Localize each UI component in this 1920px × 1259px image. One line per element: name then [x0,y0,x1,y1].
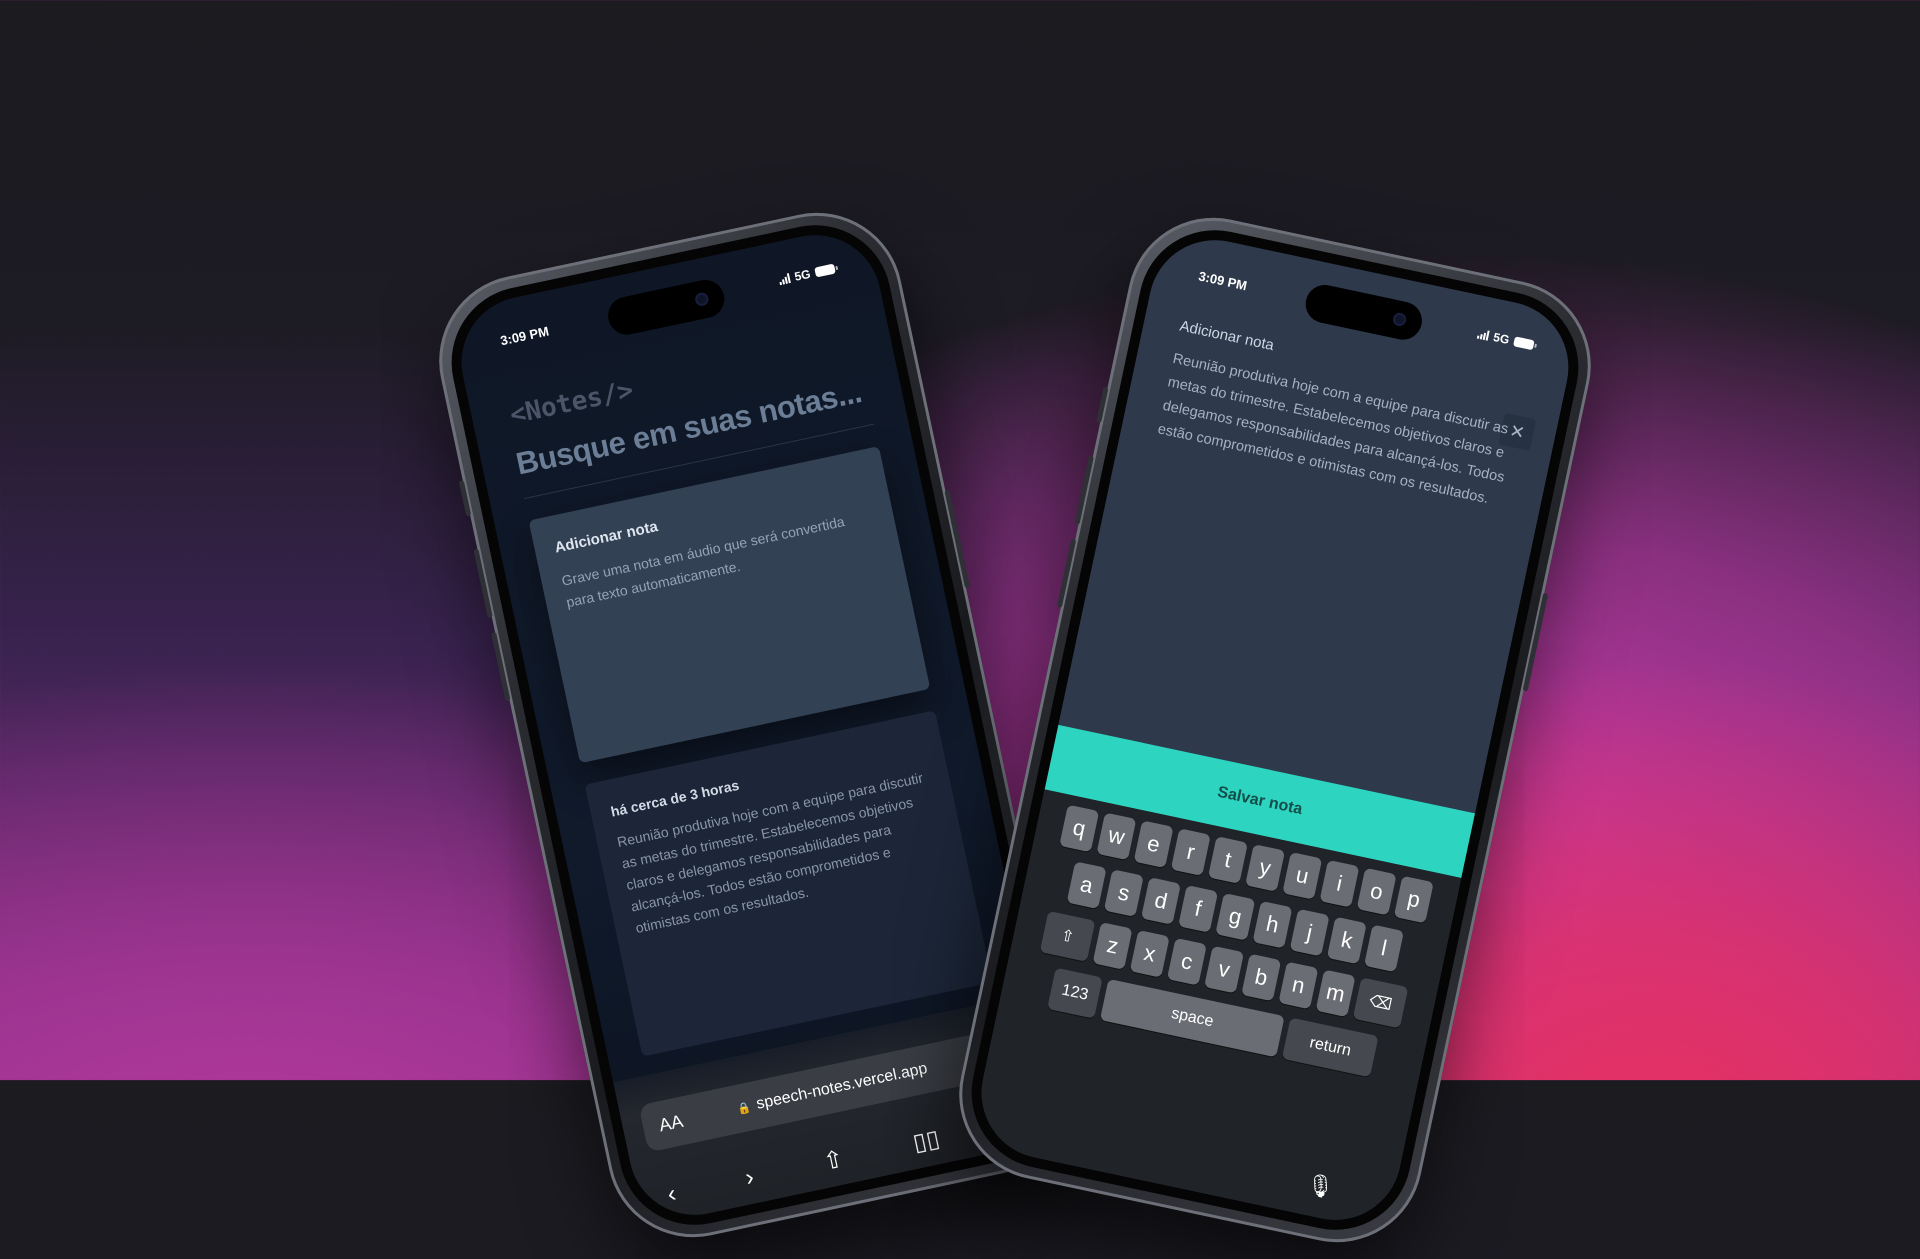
key-c[interactable]: c [1166,937,1207,986]
modal-title: Adicionar nota [1178,317,1276,355]
status-time: 3:09 PM [499,323,551,349]
battery-icon [814,263,836,278]
backspace-key[interactable]: ⌫ [1352,977,1409,1029]
battery-icon [1513,336,1535,351]
action-button [1096,386,1109,424]
key-p[interactable]: p [1393,875,1434,924]
key-j[interactable]: j [1289,908,1330,957]
action-button [458,480,472,517]
back-icon[interactable]: ‹ [665,1180,679,1209]
forward-icon[interactable]: › [743,1163,757,1192]
key-z[interactable]: z [1092,922,1133,970]
key-s[interactable]: s [1103,869,1144,917]
return-key[interactable]: return [1281,1017,1379,1078]
phone-right: 3:09 PM 5G Adicionar nota ✕ Reunião prod… [943,201,1607,1259]
dynamic-island [604,276,728,339]
key-y[interactable]: y [1245,844,1286,892]
shift-key[interactable]: ⇧ [1039,910,1096,962]
status-right: 5G [778,262,837,288]
signal-icon [1476,329,1490,341]
volume-up-button [1074,455,1094,525]
key-i[interactable]: i [1319,859,1360,908]
signal-icon [778,273,791,286]
network-label: 5G [1492,329,1511,348]
status-right: 5G [1476,327,1535,353]
url-text: speech-notes.vercel.app [754,1059,929,1113]
note-card[interactable]: há cerca de 3 horas Reunião produtiva ho… [584,710,993,1057]
key-o[interactable]: o [1356,867,1397,916]
camera-icon [1391,311,1408,328]
status-time: 3:09 PM [1197,268,1249,294]
key-a[interactable]: a [1066,861,1107,910]
key-e[interactable]: e [1133,820,1174,869]
reader-aa-button[interactable]: AA [657,1110,685,1136]
key-h[interactable]: h [1252,900,1293,949]
volume-down-button [491,631,511,702]
phone-screen: 3:09 PM 5G Adicionar nota ✕ Reunião prod… [969,227,1581,1233]
share-icon[interactable]: ⇧ [821,1144,847,1177]
key-m[interactable]: m [1315,969,1356,1018]
key-r[interactable]: r [1170,828,1211,877]
key-w[interactable]: w [1096,812,1137,861]
bookmarks-icon[interactable]: ▯▯ [910,1124,942,1158]
dynamic-island [1302,281,1426,344]
microphone-icon[interactable]: 🎙 [1304,1171,1337,1202]
add-note-card[interactable]: Adicionar nota Grave uma nota em áudio q… [528,446,931,764]
key-g[interactable]: g [1215,892,1256,941]
key-x[interactable]: x [1129,929,1170,978]
key-u[interactable]: u [1282,851,1323,900]
key-f[interactable]: f [1178,885,1219,933]
key-q[interactable]: q [1059,804,1100,853]
key-v[interactable]: v [1204,945,1245,994]
network-label: 5G [793,266,812,284]
volume-down-button [1056,538,1077,608]
key-t[interactable]: t [1207,836,1248,884]
lock-icon: 🔒 [736,1100,753,1116]
key-l[interactable]: l [1363,924,1404,973]
key-b[interactable]: b [1241,953,1282,1002]
key-n[interactable]: n [1278,961,1319,1010]
note-textarea[interactable]: Reunião produtiva hoje com a equipe para… [1156,347,1522,515]
numbers-key[interactable]: 123 [1047,967,1103,1019]
key-d[interactable]: d [1140,877,1181,925]
volume-up-button [473,548,493,619]
key-k[interactable]: k [1326,916,1367,965]
camera-icon [694,291,710,307]
